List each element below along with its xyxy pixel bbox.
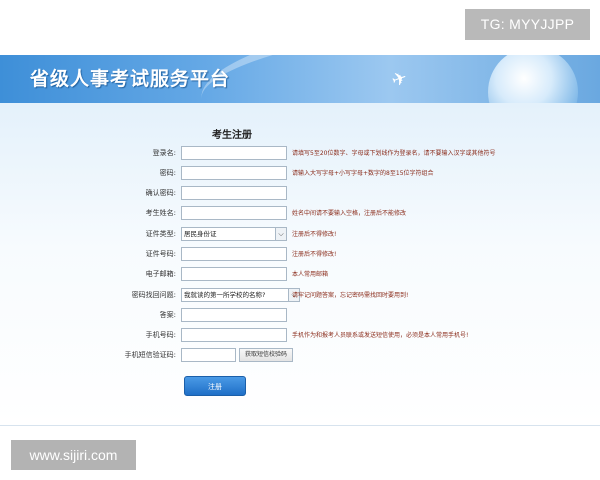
security-question-hint: 请牢记问题答案，忘记密码需找回时要用到! xyxy=(292,292,409,299)
confirm-password-label: 确认密码: xyxy=(145,189,176,197)
row-confirm-password: 确认密码: xyxy=(0,186,600,202)
row-phone: 手机号码: 手机作为和报考人员联系或发送短信使用，必须是本人常用手机号! xyxy=(0,328,600,344)
answer-label: 答案: xyxy=(159,311,176,319)
row-id-type: 证件类型: 居民身份证 ⌵ 注册后不得修改! xyxy=(0,227,600,243)
id-type-select[interactable]: 居民身份证 ⌵ xyxy=(181,227,287,241)
password-hint: 请输入大写字母+小写字母+数字的8至15位字符组合 xyxy=(292,170,434,177)
row-candidate-name: 考生姓名: 姓名中间请不要输入空格，注册后不能修改 xyxy=(0,206,600,222)
phone-input[interactable] xyxy=(181,328,287,342)
security-question-label: 密码找回问题: xyxy=(131,291,176,299)
id-number-input[interactable] xyxy=(181,247,287,261)
email-label: 电子邮箱: xyxy=(145,270,176,278)
site-title: 省级人事考试服务平台 xyxy=(30,68,231,90)
login-name-hint: 请填写5至20位数字、字母或下划线作为登录名，请不要输入汉字或其他符号 xyxy=(292,150,496,157)
globe-icon xyxy=(488,55,578,103)
login-name-input[interactable] xyxy=(181,146,287,160)
candidate-name-hint: 姓名中间请不要输入空格，注册后不能修改 xyxy=(292,210,407,217)
phone-hint: 手机作为和报考人员联系或发送短信使用，必须是本人常用手机号! xyxy=(292,332,469,339)
form-title: 考生注册 xyxy=(212,130,252,141)
candidate-name-label: 考生姓名: xyxy=(145,209,176,217)
row-security-question: 密码找回问题: 我就读的第一所学校的名称? ⌵ 请牢记问题答案，忘记密码需找回时… xyxy=(0,288,600,304)
sms-code-label: 手机短信验证码: xyxy=(124,351,176,359)
watermark-tag: TG: MYYJJPP xyxy=(465,9,590,40)
email-input[interactable] xyxy=(181,267,287,281)
row-sms-code: 手机短信验证码: 获取短信校验码 xyxy=(0,348,600,364)
id-type-label: 证件类型: xyxy=(145,230,176,238)
registration-page: TG: MYYJJPP ✈ 省级人事考试服务平台 考生注册 登录名: 请填写5至… xyxy=(0,0,600,480)
candidate-name-input[interactable] xyxy=(181,206,287,220)
sms-code-input[interactable] xyxy=(181,348,236,362)
id-number-label: 证件号码: xyxy=(145,250,176,258)
chevron-down-icon[interactable]: ⌵ xyxy=(275,228,286,240)
login-name-label: 登录名: xyxy=(152,149,176,157)
id-type-selected-value: 居民身份证 xyxy=(184,230,217,238)
security-question-select[interactable]: 我就读的第一所学校的名称? ⌵ xyxy=(181,288,300,302)
row-email: 电子邮箱: 本人常用邮箱 xyxy=(0,267,600,283)
header-banner: ✈ 省级人事考试服务平台 xyxy=(0,55,600,103)
register-button[interactable]: 注册 xyxy=(184,376,246,396)
get-sms-code-button[interactable]: 获取短信校验码 xyxy=(239,348,293,362)
password-label: 密码: xyxy=(159,169,176,177)
confirm-password-input[interactable] xyxy=(181,186,287,200)
answer-input[interactable] xyxy=(181,308,287,322)
password-input[interactable] xyxy=(181,166,287,180)
id-number-hint: 注册后不得修改! xyxy=(292,251,337,258)
row-login-name: 登录名: 请填写5至20位数字、字母或下划线作为登录名，请不要输入汉字或其他符号 xyxy=(0,146,600,162)
row-id-number: 证件号码: 注册后不得修改! xyxy=(0,247,600,263)
phone-label: 手机号码: xyxy=(145,331,176,339)
security-question-selected-value: 我就读的第一所学校的名称? xyxy=(184,291,266,299)
row-password: 密码: 请输入大写字母+小写字母+数字的8至15位字符组合 xyxy=(0,166,600,182)
email-hint: 本人常用邮箱 xyxy=(292,271,329,278)
watermark-site: www.sijiri.com xyxy=(11,440,136,470)
id-type-hint: 注册后不得修改! xyxy=(292,231,337,238)
row-answer: 答案: xyxy=(0,308,600,324)
